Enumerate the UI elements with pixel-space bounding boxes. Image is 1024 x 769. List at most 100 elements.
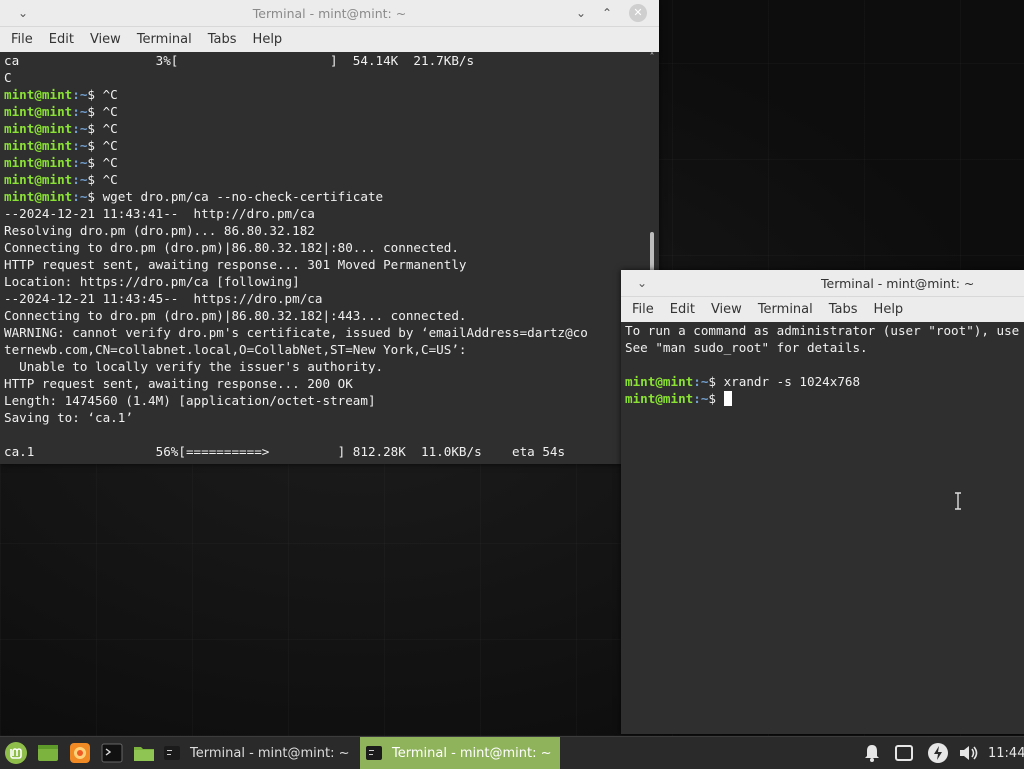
- show-desktop-icon: [38, 745, 58, 761]
- window-list-icon: [895, 745, 913, 761]
- terminal-line: ternewb.com,CN=collabnet.local,O=CollabN…: [0, 341, 645, 358]
- titlebar[interactable]: ⌄ Terminal - mint@mint: ~ ⌄ ⌃ ✕: [0, 0, 659, 27]
- menu-help[interactable]: Help: [245, 32, 291, 47]
- prompt-user: mint@mint: [4, 189, 73, 204]
- line-text: C: [4, 70, 12, 85]
- line-text: Connecting to dro.pm (dro.pm)|86.80.32.1…: [4, 308, 467, 323]
- maximize-button[interactable]: ⌃: [598, 4, 616, 22]
- text-cursor-ibeam-icon: [955, 492, 961, 510]
- menu-help[interactable]: Help: [866, 302, 912, 317]
- line-text: $ ^C: [87, 121, 118, 136]
- prompt-user: mint@mint: [4, 87, 73, 102]
- line-text: Resolving dro.pm (dro.pm)... 86.80.32.18…: [4, 223, 315, 238]
- prompt-user: mint@mint: [625, 374, 694, 389]
- menu-terminal[interactable]: Terminal: [129, 32, 200, 47]
- line-text: Saving to: ‘ca.1’: [4, 410, 133, 425]
- line-text: See "man sudo_root" for details.: [625, 340, 868, 355]
- titlebar[interactable]: ⌄ Terminal - mint@mint: ~: [621, 270, 1024, 297]
- terminal-icon: [164, 746, 180, 760]
- window-menu-chevron-icon[interactable]: ⌄: [633, 274, 651, 292]
- terminal-line: ca 3%[ ] 54.14K 21.7KB/s: [0, 52, 645, 69]
- menu-tabs[interactable]: Tabs: [200, 32, 245, 47]
- power-button[interactable]: [927, 737, 949, 769]
- window-list-button[interactable]: [894, 737, 914, 769]
- line-text: ca 3%[ ] 54.14K 21.7KB/s: [4, 53, 475, 68]
- line-text: $ ^C: [87, 155, 118, 170]
- line-text: WARNING: cannot verify dro.pm's certific…: [4, 325, 588, 340]
- clock[interactable]: 11:44: [988, 737, 1024, 769]
- terminal-line: HTTP request sent, awaiting response... …: [0, 375, 645, 392]
- menu-edit[interactable]: Edit: [41, 32, 82, 47]
- line-text: $ ^C: [87, 104, 118, 119]
- terminal-line: mint@mint:~$ ^C: [0, 137, 645, 154]
- menu-edit[interactable]: Edit: [662, 302, 703, 317]
- menu-view[interactable]: View: [703, 302, 750, 317]
- task-label: Terminal - mint@mint: ~: [392, 745, 552, 761]
- line-text: Unable to locally verify the issuer's au…: [4, 359, 384, 374]
- line-text: --2024-12-21 11:43:41-- http://dro.pm/ca: [4, 206, 315, 221]
- menu-tabs[interactable]: Tabs: [821, 302, 866, 317]
- terminal-window-2[interactable]: ⌄ Terminal - mint@mint: ~ File Edit View…: [621, 270, 1024, 734]
- prompt-user: mint@mint: [4, 121, 73, 136]
- terminal-line: mint@mint:~$ xrandr -s 1024x768: [621, 373, 1024, 390]
- volume-button[interactable]: [958, 737, 980, 769]
- prompt-user: mint@mint: [4, 138, 73, 153]
- line-text: HTTP request sent, awaiting response... …: [4, 376, 353, 391]
- prompt-path: :~: [72, 104, 88, 119]
- terminal-line: Unable to locally verify the issuer's au…: [0, 358, 645, 375]
- prompt-user: mint@mint: [625, 391, 694, 406]
- firefox-launcher[interactable]: [69, 737, 91, 769]
- menu-bar: File Edit View Terminal Tabs Help: [621, 297, 1024, 322]
- line-text: $ ^C: [87, 87, 118, 102]
- close-button[interactable]: ✕: [629, 4, 647, 22]
- window-title: Terminal - mint@mint: ~: [252, 6, 407, 21]
- menu-file[interactable]: File: [3, 32, 41, 47]
- terminal-launcher[interactable]: [101, 737, 123, 769]
- terminal-line: Resolving dro.pm (dro.pm)... 86.80.32.18…: [0, 222, 645, 239]
- menu-view[interactable]: View: [82, 32, 129, 47]
- menu-bar: File Edit View Terminal Tabs Help: [0, 27, 659, 52]
- prompt-path: :~: [72, 172, 88, 187]
- terminal-output[interactable]: ca 3%[ ] 54.14K 21.7KB/s Cmint@mint:~$ ^C…: [0, 52, 645, 464]
- taskbar-task-terminal-2[interactable]: Terminal - mint@mint: ~: [360, 737, 560, 769]
- volume-icon: [960, 746, 978, 760]
- power-icon: [928, 743, 948, 763]
- terminal-line: Length: 1474560 (1.4M) [application/octe…: [0, 392, 645, 409]
- files-launcher[interactable]: [133, 737, 155, 769]
- show-desktop-button[interactable]: [37, 737, 59, 769]
- prompt-path: :~: [72, 121, 88, 136]
- menu-terminal[interactable]: Terminal: [750, 302, 821, 317]
- terminal-window-1[interactable]: ⌄ Terminal - mint@mint: ~ ⌄ ⌃ ✕ File Edi…: [0, 0, 659, 464]
- terminal-line: Saving to: ‘ca.1’: [0, 409, 645, 426]
- terminal-line: mint@mint:~$ ^C: [0, 120, 645, 137]
- terminal-line: Connecting to dro.pm (dro.pm)|86.80.32.1…: [0, 239, 645, 256]
- terminal-line: --2024-12-21 11:43:41-- http://dro.pm/ca: [0, 205, 645, 222]
- minimize-button[interactable]: ⌄: [572, 4, 590, 22]
- prompt-user: mint@mint: [4, 104, 73, 119]
- line-text: --2024-12-21 11:43:45-- https://dro.pm/c…: [4, 291, 323, 306]
- files-icon: [134, 747, 154, 761]
- menu-file[interactable]: File: [624, 302, 662, 317]
- line-text: To run a command as administrator (user …: [625, 323, 1020, 338]
- line-text: Length: 1474560 (1.4M) [application/octe…: [4, 393, 376, 408]
- prompt-path: :~: [693, 374, 709, 389]
- prompt-user: mint@mint: [4, 172, 73, 187]
- taskbar: Terminal - mint@mint: ~ Terminal - mint@…: [0, 736, 1024, 769]
- line-text: ternewb.com,CN=collabnet.local,O=CollabN…: [4, 342, 467, 357]
- line-text: $ ^C: [87, 172, 118, 187]
- line-text: ca.1 56%[==========> ] 812.28K 11.0KB/s …: [4, 444, 566, 459]
- line-text: Connecting to dro.pm (dro.pm)|86.80.32.1…: [4, 240, 459, 255]
- mint-menu-button[interactable]: [4, 737, 28, 769]
- mint-menu-icon: [5, 742, 27, 764]
- terminal-line: ca.1 56%[==========> ] 812.28K 11.0KB/s …: [0, 443, 645, 460]
- terminal-line: Location: https://dro.pm/ca [following]: [0, 273, 645, 290]
- prompt-path: :~: [72, 155, 88, 170]
- prompt-path: :~: [72, 138, 88, 153]
- scroll-up-arrow-icon[interactable]: ˄: [645, 52, 659, 63]
- line-text: Location: https://dro.pm/ca [following]: [4, 274, 300, 289]
- terminal-line: mint@mint:~$ ^C: [0, 154, 645, 171]
- taskbar-task-terminal-1[interactable]: Terminal - mint@mint: ~: [158, 737, 360, 769]
- notifications-button[interactable]: [862, 737, 882, 769]
- terminal-output[interactable]: To run a command as administrator (user …: [621, 322, 1024, 734]
